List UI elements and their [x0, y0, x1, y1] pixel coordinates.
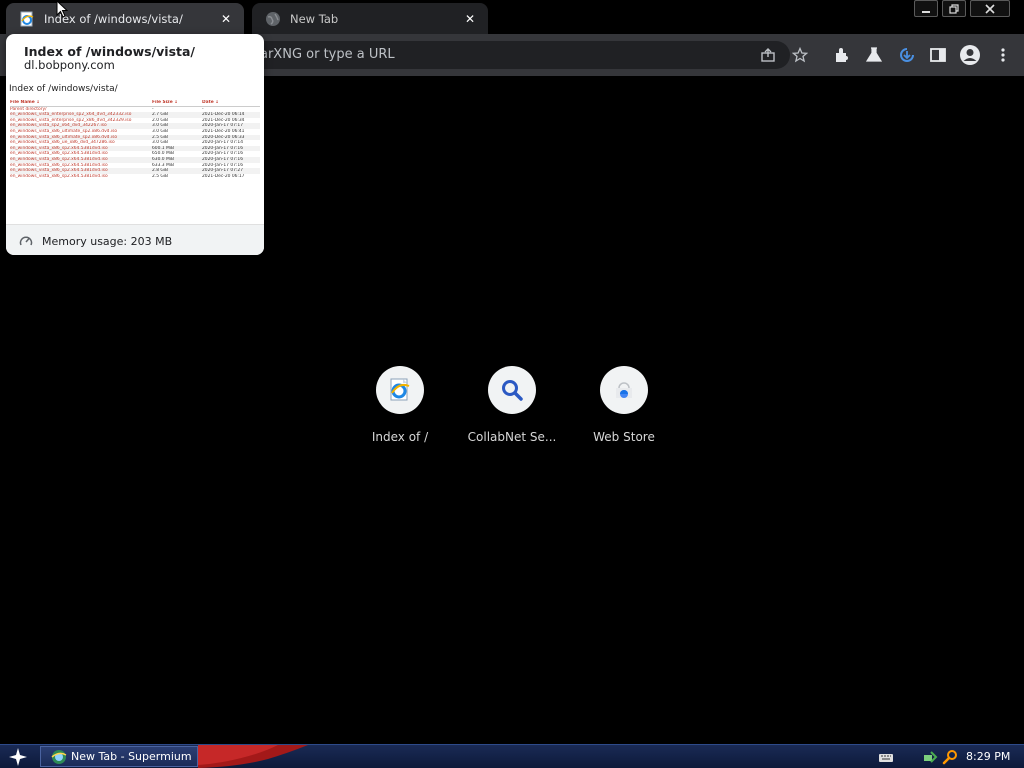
web-store-icon: [616, 382, 632, 398]
ie-page-icon: [20, 11, 34, 26]
ie-page-icon: [390, 378, 410, 401]
share-icon[interactable]: [760, 47, 776, 63]
flask-icon[interactable]: [865, 46, 883, 64]
extensions-icon[interactable]: [833, 46, 851, 64]
shortcut-collabnet[interactable]: CollabNet Se...: [456, 366, 568, 450]
tab-index-of-vista[interactable]: Index of /windows/vista/ ✕: [6, 3, 244, 34]
table-cell[interactable]: en_windows_vista_x86_sp2.x64.5381dvd.iso: [10, 174, 152, 180]
taskbar: New Tab - Supermium 8:29 PM: [0, 744, 1024, 768]
shortcut-tile: [600, 366, 648, 414]
hover-card-footer: Memory usage: 203 MB: [6, 224, 264, 255]
taskbar-item-supermium[interactable]: New Tab - Supermium: [40, 746, 198, 767]
shortcut-tile: [488, 366, 536, 414]
column-header: File Size ↓: [152, 100, 178, 105]
close-window-button[interactable]: [970, 0, 1010, 17]
tab-title: New Tab: [290, 11, 339, 26]
browser-icon: [51, 749, 67, 764]
download-icon[interactable]: [898, 46, 916, 64]
table-cell: 2.5 GiB: [152, 173, 169, 179]
search-tray-icon[interactable]: [942, 749, 958, 765]
window-controls: [914, 0, 1010, 18]
start-button[interactable]: [6, 746, 30, 768]
shortcut-web-store[interactable]: Web Store: [568, 366, 680, 450]
address-placeholder: arXNG or type a URL: [260, 47, 395, 62]
tab-title: Index of /windows/vista/: [44, 11, 183, 26]
side-panel-icon[interactable]: [929, 46, 947, 64]
page-preview: Index of /windows/vista/ File Name ↓ Fil…: [6, 78, 264, 224]
start-star-icon: [9, 748, 27, 766]
shortcut-label: CollabNet Se...: [467, 430, 557, 444]
tab-strip: Index of /windows/vista/ ✕ New Tab ✕: [0, 0, 1024, 34]
profile-icon[interactable]: [959, 44, 981, 66]
minimize-icon: [922, 10, 930, 13]
table-row: en_windows_vista_x86_sp2.x64.5381dvd.iso…: [10, 174, 260, 180]
preview-table-header: File Name ↓ File Size ↓ Date ↓: [10, 100, 260, 107]
column-header: File Name ↓: [10, 100, 40, 105]
hover-card-domain: dl.bobpony.com: [24, 58, 115, 72]
tab-close-button[interactable]: ✕: [462, 11, 478, 27]
memory-usage: Memory usage: 203 MB: [42, 235, 173, 248]
speedometer-icon: [19, 236, 33, 246]
globe-icon: [266, 11, 280, 26]
shortcut-tile: [376, 366, 424, 414]
network-icon[interactable]: [922, 749, 938, 765]
tab-close-button[interactable]: ✕: [218, 11, 234, 27]
taskbar-decoration: [198, 745, 308, 768]
address-bar[interactable]: arXNG or type a URL: [250, 41, 808, 69]
browser-window: Index of /windows/vista/ ✕ New Tab ✕ arX…: [0, 0, 1024, 768]
tab-new-tab[interactable]: New Tab ✕: [252, 3, 488, 34]
column-header: Date ↓: [202, 100, 219, 105]
hover-card-title: Index of /windows/vista/: [24, 44, 196, 59]
tab-hover-card: Index of /windows/vista/ dl.bobpony.com …: [6, 34, 264, 255]
minimize-button[interactable]: [914, 0, 938, 17]
preview-heading: Index of /windows/vista/: [9, 84, 118, 94]
shortcut-index-of[interactable]: Index of /: [344, 366, 456, 450]
taskbar-item-label: New Tab - Supermium: [71, 750, 192, 763]
close-icon: [985, 3, 995, 14]
restore-icon: [949, 3, 959, 14]
shortcut-label: Web Store: [593, 430, 655, 444]
keyboard-icon[interactable]: [878, 749, 894, 765]
restore-button[interactable]: [942, 0, 966, 17]
menu-icon[interactable]: [994, 46, 1012, 64]
search-icon: [502, 380, 523, 401]
shortcut-label: Index of /: [371, 430, 429, 444]
clock: 8:29 PM: [966, 750, 1011, 763]
table-cell: 2021-Dec-20 06:17: [202, 173, 245, 179]
mouse-cursor-icon: [56, 0, 68, 18]
star-icon[interactable]: [792, 47, 808, 63]
preview-table: File Name ↓ File Size ↓ Date ↓ Parent di…: [10, 100, 260, 179]
